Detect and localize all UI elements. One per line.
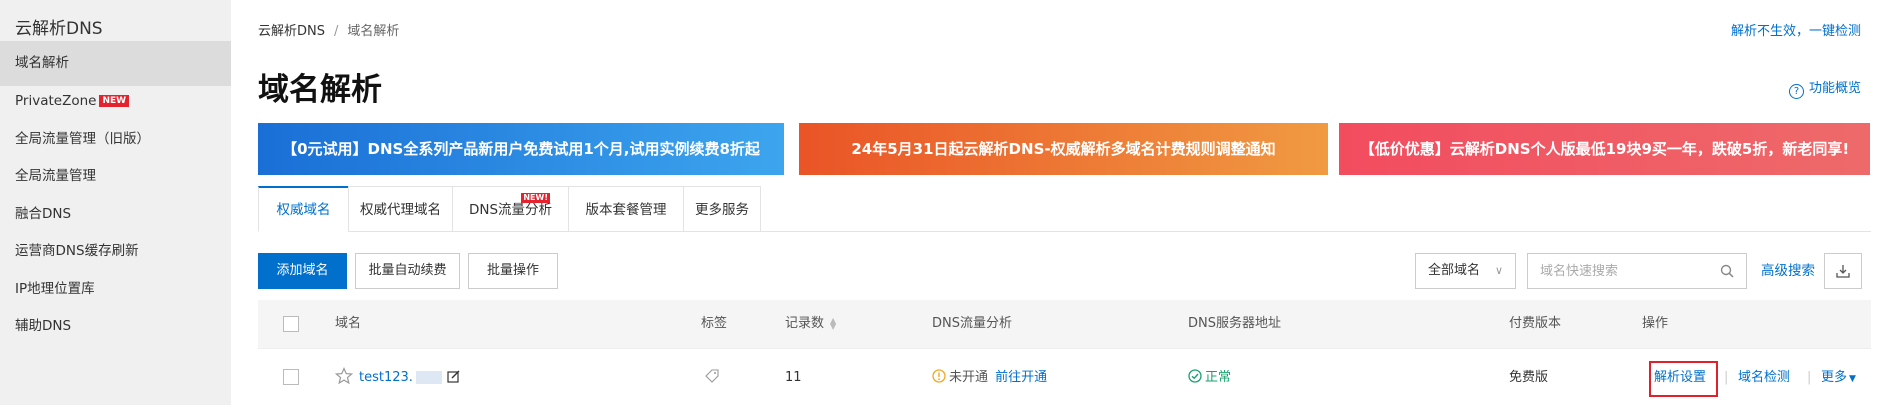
tab-more-services[interactable]: 更多服务 <box>683 186 761 232</box>
table-header: 域名 标签 记录数 ▲ ▼ DNS流量分析 DNS服务器地址 付费版本 操作 <box>258 300 1871 348</box>
column-dns-traffic: DNS流量分析 <box>932 316 1012 331</box>
domain-cell: test123. <box>334 349 460 406</box>
sidebar: 云解析DNS 域名解析 PrivateZone NEW 全局流量管理（旧版） 全局… <box>0 0 231 405</box>
check-circle-icon <box>1188 369 1202 383</box>
sort-icon[interactable]: ▲ ▼ <box>830 316 836 330</box>
dns-server-cell: 正常 <box>1188 349 1231 406</box>
table-row: test123. 11 未开通 前往开通 正常 免费版 解析设置 | 域名检测 … <box>258 348 1871 405</box>
sidebar-title: 云解析DNS <box>15 19 103 39</box>
breadcrumb-root[interactable]: 云解析DNS <box>258 24 325 39</box>
dns-status: 正常 <box>1205 370 1232 385</box>
advanced-search-link[interactable]: 高级搜索 <box>1761 253 1815 289</box>
banner-discount[interactable]: 【低价优惠】云解析DNS个人版最低19块9买一年，跌破5折，新老同享! <box>1339 123 1870 175</box>
export-icon <box>1836 265 1850 278</box>
dns-traffic-cell: 未开通 前往开通 <box>932 349 1047 406</box>
tab-plan-management[interactable]: 版本套餐管理 <box>568 186 684 232</box>
batch-renew-button[interactable]: 批量自动续费 <box>355 253 460 289</box>
breadcrumb-current: 域名解析 <box>347 24 400 39</box>
export-button[interactable] <box>1824 253 1862 289</box>
one-click-detect-link[interactable]: 解析不生效，一键检测 <box>1731 20 1861 39</box>
add-domain-button[interactable]: 添加域名 <box>258 253 347 289</box>
tab-proxy-domains[interactable]: 权威代理域名 <box>348 186 453 232</box>
batch-operation-button[interactable]: 批量操作 <box>468 253 558 289</box>
column-actions: 操作 <box>1642 316 1669 331</box>
edit-icon[interactable] <box>447 370 460 383</box>
action-divider: | <box>1724 370 1729 385</box>
breadcrumb: 云解析DNS / 域名解析 <box>258 20 399 39</box>
column-edition: 付费版本 <box>1509 316 1562 331</box>
new-badge: NEW <box>99 95 130 107</box>
tab-bar: 权威域名 权威代理域名 DNS流量分析 NEW! 版本套餐管理 更多服务 <box>258 186 1871 232</box>
domain-link[interactable]: test123. <box>359 370 413 385</box>
traffic-status: 未开通 <box>949 370 989 385</box>
breadcrumb-separator: / <box>334 24 339 39</box>
row-checkbox[interactable] <box>283 369 299 385</box>
more-actions-link[interactable]: 更多 ▼ <box>1821 349 1856 408</box>
resolution-settings-link[interactable]: 解析设置 <box>1654 349 1706 406</box>
banner-billing-notice[interactable]: 24年5月31日起云解析DNS-权威解析多域名计费规则调整通知 <box>799 123 1328 175</box>
domain-check-link[interactable]: 域名检测 <box>1738 349 1790 406</box>
column-dns-servers: DNS服务器地址 <box>1188 316 1281 331</box>
caret-down-icon: ▼ <box>1849 374 1856 384</box>
edition-cell: 免费版 <box>1509 370 1549 385</box>
star-icon[interactable] <box>334 366 354 385</box>
search-icon[interactable] <box>1720 264 1734 278</box>
tags-cell <box>705 349 719 406</box>
main-content: 云解析DNS / 域名解析 解析不生效，一键检测 域名解析 ? 功能概览 【0元试用】… <box>231 0 1881 405</box>
chevron-down-icon: ∨ <box>1494 264 1503 277</box>
page-title: 域名解析 <box>258 72 382 108</box>
column-tags: 标签 <box>701 316 728 331</box>
feature-overview-link[interactable]: ? 功能概览 <box>1788 77 1861 99</box>
domain-search-input[interactable] <box>1527 253 1747 289</box>
domain-filter-select[interactable]: 全部域名 ∨ <box>1415 253 1516 289</box>
tag-icon[interactable] <box>705 369 719 383</box>
banner-free-trial[interactable]: 【0元试用】DNS全系列产品新用户免费试用1个月,试用实例续费8折起 <box>258 123 784 175</box>
sidebar-item-secondary-dns[interactable]: 辅助DNS <box>0 304 231 349</box>
column-record-count[interactable]: 记录数 ▲ ▼ <box>785 300 836 348</box>
tab-dns-traffic-analysis[interactable]: DNS流量分析 NEW! <box>452 186 569 232</box>
enable-traffic-link[interactable]: 前往开通 <box>995 370 1047 385</box>
new-badge: NEW! <box>521 193 550 203</box>
tab-authoritative-domains[interactable]: 权威域名 <box>258 186 349 232</box>
help-icon: ? <box>1788 84 1804 99</box>
column-domain: 域名 <box>335 316 362 331</box>
record-count-cell: 11 <box>785 370 802 385</box>
redacted-domain <box>415 371 442 384</box>
warning-icon <box>932 369 946 383</box>
select-all-checkbox[interactable] <box>283 316 299 332</box>
action-divider: | <box>1807 370 1812 385</box>
